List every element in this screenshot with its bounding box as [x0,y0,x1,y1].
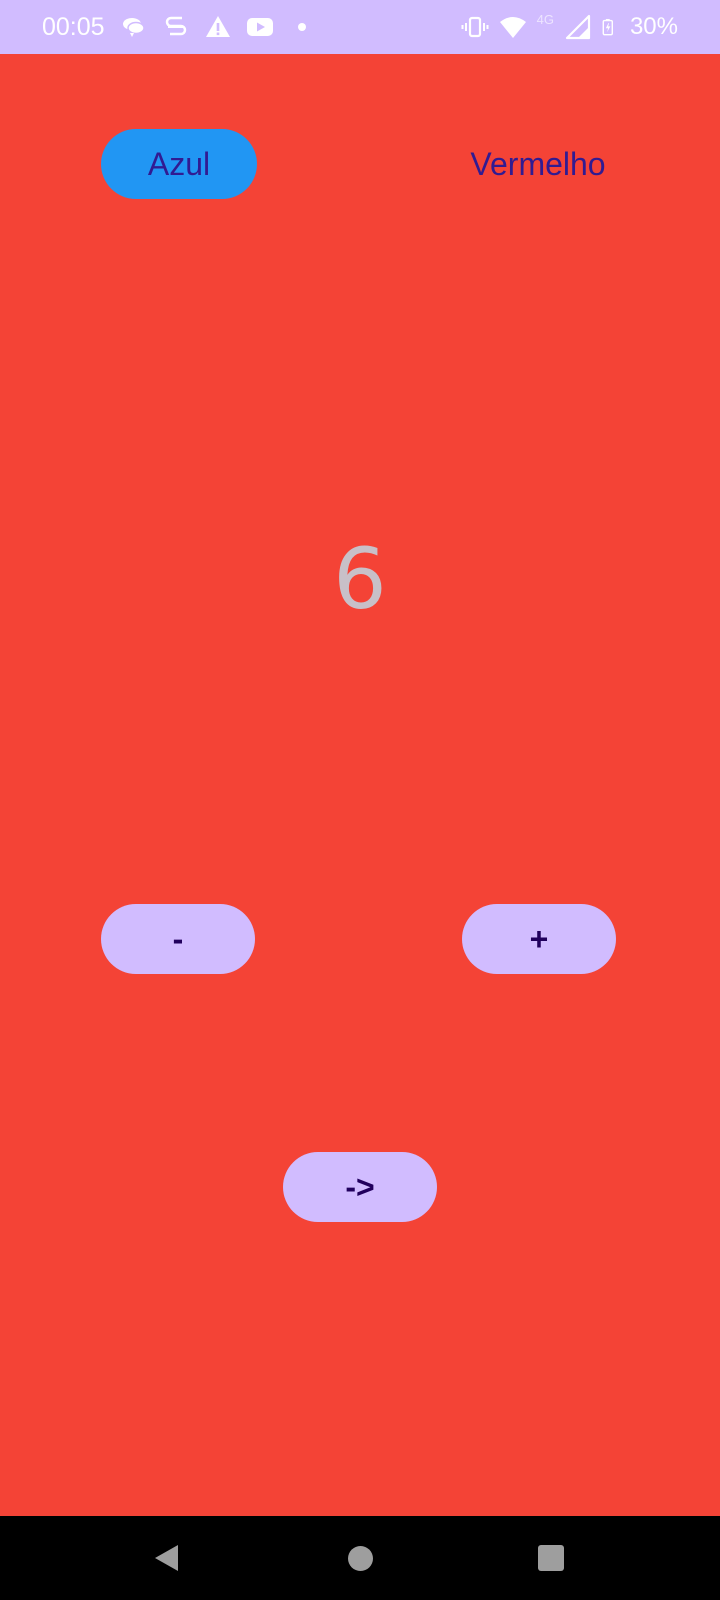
status-notification-icons [120,12,316,42]
status-bar: 00:05 4G 30% [0,0,720,54]
wifi-icon [499,17,526,38]
network-type-label: 4G [536,11,554,27]
vermelho-button[interactable]: Vermelho [438,129,638,199]
status-system-icons: 4G 30% [461,12,678,42]
warning-icon [206,16,230,37]
chat-bubbles-icon [123,18,145,37]
next-button[interactable]: -> [283,1152,437,1222]
back-icon[interactable] [152,1543,182,1573]
battery-percent: 30% [629,13,678,40]
battery-charging-icon [602,18,613,36]
signal-icon [565,14,591,40]
s-app-icon [165,16,187,36]
navigation-bar [0,1516,720,1600]
dot-icon [298,23,306,31]
increment-button[interactable]: + [462,904,616,974]
youtube-icon [247,18,273,36]
app-content: Azul Vermelho 6 - + -> [0,54,720,1516]
home-icon[interactable] [348,1546,373,1571]
status-time: 00:05 [42,13,105,41]
azul-button[interactable]: Azul [101,129,257,199]
recents-icon[interactable] [538,1545,564,1571]
counter-value: 6 [333,530,387,628]
decrement-button[interactable]: - [101,904,255,974]
vibrate-icon [461,16,489,38]
